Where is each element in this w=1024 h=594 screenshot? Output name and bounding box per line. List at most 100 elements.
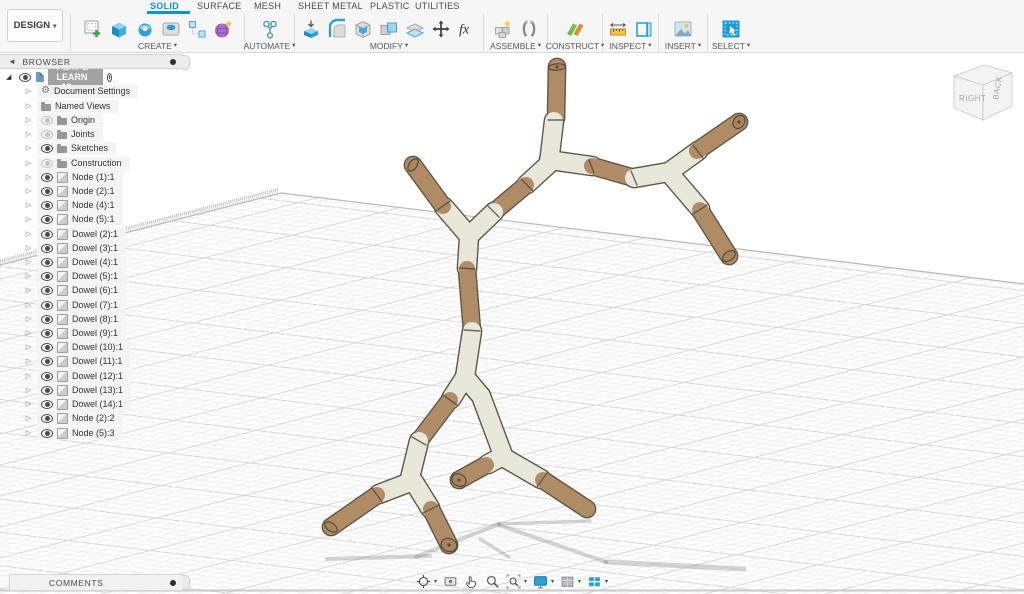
- select-group-label[interactable]: SELECT ▾: [712, 42, 750, 51]
- create-sketch-icon[interactable]: [81, 17, 105, 41]
- tree-item[interactable]: ▷ Joints: [24, 127, 103, 141]
- dropdown-caret-icon[interactable]: ▾: [578, 578, 581, 585]
- visibility-eye-icon[interactable]: [41, 172, 53, 182]
- insert-group-label[interactable]: INSERT ▾: [665, 42, 701, 51]
- tab-mesh[interactable]: MESH: [254, 1, 281, 11]
- collapse-panel-icon[interactable]: ◄: [8, 57, 17, 66]
- expand-arrow-icon[interactable]: ▷: [24, 315, 33, 323]
- expand-arrow-icon[interactable]: ▷: [24, 272, 33, 280]
- expand-arrow-icon[interactable]: ▷: [24, 187, 33, 195]
- joint-icon[interactable]: [517, 17, 541, 41]
- visibility-eye-icon[interactable]: [41, 385, 53, 395]
- create-form-icon[interactable]: [211, 17, 235, 41]
- offset-face-icon[interactable]: [403, 17, 427, 41]
- tree-item[interactable]: ▷ Node (4):1: [24, 198, 123, 212]
- visibility-eye-icon[interactable]: [41, 314, 53, 324]
- expand-arrow-icon[interactable]: ▷: [24, 329, 33, 337]
- panel-menu-icon[interactable]: [170, 58, 176, 65]
- expand-arrow-icon[interactable]: ▷: [24, 159, 33, 167]
- visibility-eye-icon[interactable]: [41, 229, 53, 239]
- tree-item[interactable]: ▷ Node (1):1: [24, 170, 123, 184]
- visibility-eye-icon[interactable]: [41, 399, 53, 409]
- tree-item[interactable]: ▷ Dowel (6):1: [24, 283, 127, 297]
- expand-arrow-icon[interactable]: ◢: [6, 73, 11, 81]
- tree-item[interactable]: ▷ Dowel (7):1: [24, 298, 127, 312]
- automate-icon[interactable]: [258, 17, 282, 41]
- visibility-eye-icon[interactable]: [41, 328, 53, 338]
- visibility-eye-icon[interactable]: [41, 271, 53, 281]
- tree-item[interactable]: ▷ Dowel (12):1: [24, 369, 132, 383]
- dropdown-caret-icon[interactable]: ▾: [434, 578, 437, 585]
- zoom-icon[interactable]: [485, 574, 500, 589]
- move-icon[interactable]: [429, 17, 453, 41]
- dropdown-caret-icon[interactable]: ▾: [605, 578, 608, 585]
- visibility-eye-icon[interactable]: [41, 214, 53, 224]
- expand-arrow-icon[interactable]: ▷: [24, 173, 33, 181]
- tree-item[interactable]: ▷ Node (5):1: [24, 212, 123, 226]
- tree-item[interactable]: ▷ Origin: [24, 113, 104, 127]
- visibility-eye-icon[interactable]: [41, 257, 53, 267]
- tree-item[interactable]: ▷ Dowel (3):1: [24, 241, 127, 255]
- tree-item[interactable]: ▷ Dowel (11):1: [24, 354, 131, 368]
- view-cube[interactable]: RIGHT BACK: [946, 56, 1018, 130]
- visibility-eye-icon[interactable]: [41, 371, 53, 381]
- visibility-eye-icon[interactable]: [41, 200, 53, 210]
- tab-sheet-metal[interactable]: SHEET METAL: [298, 1, 363, 11]
- pan-icon[interactable]: [464, 574, 479, 589]
- visibility-eye-icon[interactable]: [41, 115, 53, 125]
- new-component-icon[interactable]: [491, 17, 515, 41]
- expand-arrow-icon[interactable]: ▷: [24, 201, 33, 209]
- expand-arrow-icon[interactable]: ▷: [24, 130, 33, 138]
- tab-surface[interactable]: SURFACE: [197, 1, 242, 11]
- tree-item[interactable]: ▷ Sketches: [24, 141, 117, 155]
- inspect-group-label[interactable]: INSPECT ▾: [609, 42, 651, 51]
- tree-item[interactable]: ▷ Named Views: [24, 99, 119, 113]
- visibility-eye-icon[interactable]: [41, 300, 53, 310]
- modify-group-label[interactable]: MODIFY ▾: [370, 42, 408, 51]
- assemble-group-label[interactable]: ASSEMBLE ▾: [490, 42, 541, 51]
- tree-item[interactable]: ▷ ⚙ Document Settings: [24, 84, 139, 98]
- visibility-eye-icon[interactable]: [41, 186, 53, 196]
- fillet-icon[interactable]: [325, 17, 349, 41]
- tree-item[interactable]: ▷ Dowel (8):1: [24, 312, 127, 326]
- design-workspace-button[interactable]: DESIGN ▾: [7, 9, 63, 42]
- tree-item-root[interactable]: ◢ PLAY & LEARN v12: [6, 60, 112, 94]
- visibility-eye-icon[interactable]: [41, 158, 53, 168]
- activate-component-radio[interactable]: [106, 72, 112, 82]
- panel-resize-handle[interactable]: [182, 575, 190, 590]
- tree-item[interactable]: ▷ Node (5):3: [24, 426, 123, 440]
- pattern-icon[interactable]: [185, 17, 209, 41]
- viewport-canvas[interactable]: [0, 0, 1024, 594]
- expand-arrow-icon[interactable]: ▷: [24, 102, 33, 110]
- construct-plane-icon[interactable]: [563, 17, 587, 41]
- expand-arrow-icon[interactable]: ▷: [24, 372, 33, 380]
- tree-item[interactable]: ▷ Node (2):2: [24, 411, 123, 425]
- panel-menu-icon[interactable]: [170, 579, 176, 586]
- grid-display-icon[interactable]: [560, 574, 575, 589]
- tree-item[interactable]: ▷ Dowel (10):1: [24, 340, 132, 354]
- construct-group-label[interactable]: CONSTRUCT ▾: [546, 42, 605, 51]
- tree-item[interactable]: ▷ Dowel (4):1: [24, 255, 127, 269]
- visibility-eye-icon[interactable]: [41, 129, 53, 139]
- measure-icon[interactable]: [606, 17, 630, 41]
- expand-arrow-icon[interactable]: ▷: [24, 258, 33, 266]
- press-pull-icon[interactable]: [299, 17, 323, 41]
- expand-arrow-icon[interactable]: ▷: [24, 244, 33, 252]
- expand-arrow-icon[interactable]: ▷: [24, 87, 33, 95]
- expand-arrow-icon[interactable]: ▷: [24, 400, 33, 408]
- change-parameters-icon[interactable]: fx: [455, 17, 479, 41]
- extrude-icon[interactable]: [107, 17, 131, 41]
- expand-arrow-icon[interactable]: ▷: [24, 286, 33, 294]
- visibility-eye-icon[interactable]: [41, 285, 53, 295]
- look-at-icon[interactable]: [443, 574, 458, 589]
- expand-arrow-icon[interactable]: ▷: [24, 343, 33, 351]
- expand-arrow-icon[interactable]: ▷: [24, 215, 33, 223]
- expand-arrow-icon[interactable]: ▷: [24, 429, 33, 437]
- select-icon[interactable]: [719, 17, 743, 41]
- hole-icon[interactable]: [159, 17, 183, 41]
- tree-item[interactable]: ▷ Dowel (13):1: [24, 383, 132, 397]
- tree-item[interactable]: ▷ Node (2):1: [24, 184, 123, 198]
- expand-arrow-icon[interactable]: ▷: [24, 301, 33, 309]
- expand-arrow-icon[interactable]: ▷: [24, 414, 33, 422]
- expand-arrow-icon[interactable]: ▷: [24, 144, 33, 152]
